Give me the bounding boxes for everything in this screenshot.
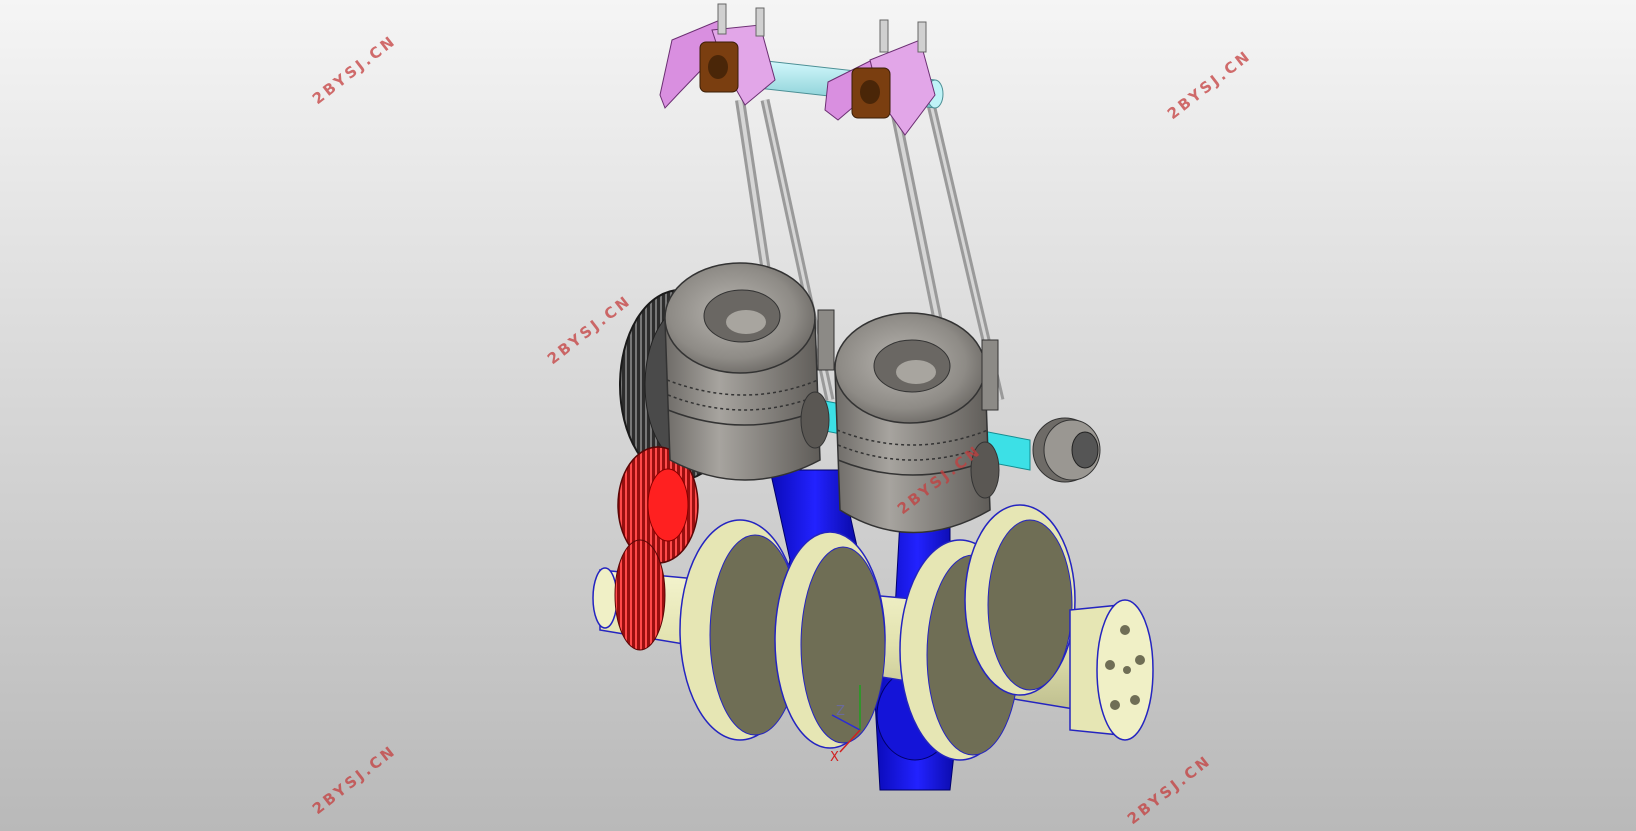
axis-label-z: Z bbox=[836, 704, 845, 719]
piston-left[interactable] bbox=[664, 262, 830, 481]
coordinate-triad-icon: Z X bbox=[830, 680, 910, 770]
axis-label-x: X bbox=[830, 750, 839, 765]
rocker-arm-left[interactable] bbox=[659, 3, 776, 109]
rocker-arm-right[interactable] bbox=[824, 19, 936, 136]
engine-assembly-model[interactable] bbox=[0, 0, 1636, 831]
cad-3d-viewport[interactable]: 2BYSJ.CN 2BYSJ.CN 2BYSJ.CN 2BYSJ.CN 2BYS… bbox=[0, 0, 1636, 831]
